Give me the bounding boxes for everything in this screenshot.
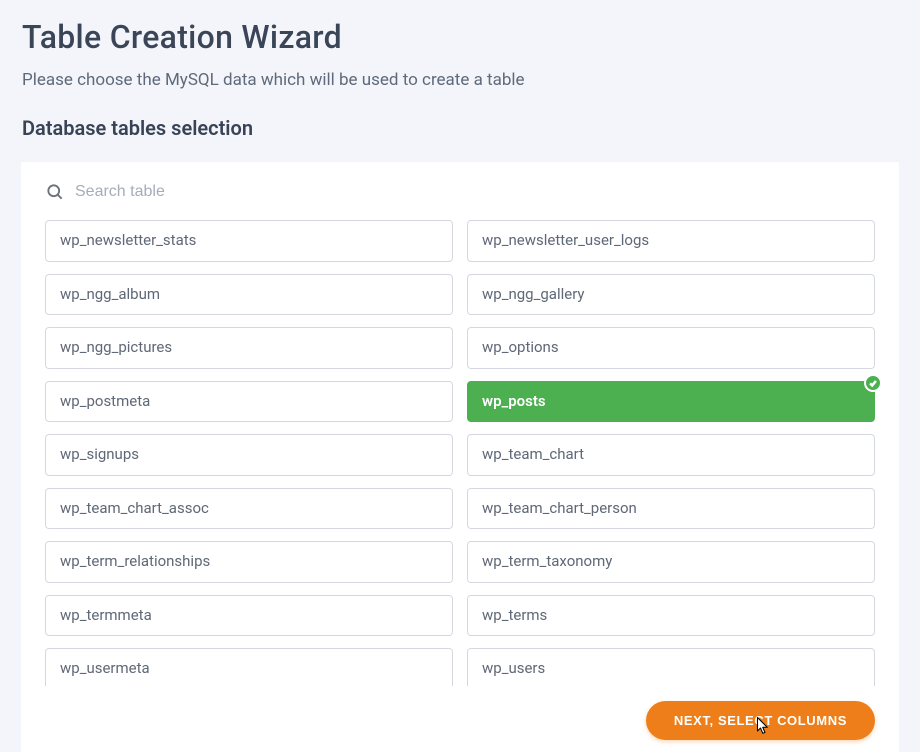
table-item[interactable]: wp_posts (467, 381, 875, 423)
table-item[interactable]: wp_newsletter_user_logs (467, 220, 875, 262)
tables-card: wp_newsletter_stats wp_newsletter_user_lo… (21, 162, 899, 752)
next-button[interactable]: NEXT, SELECT COLUMNS (646, 701, 875, 740)
table-item[interactable]: wp_postmeta (45, 381, 453, 423)
table-item-label: wp_usermeta (60, 659, 150, 677)
table-item[interactable]: wp_signups (45, 434, 453, 476)
page-title: Table Creation Wizard (22, 18, 898, 56)
section-title: Database tables selection (22, 116, 898, 140)
table-item-label: wp_termmeta (60, 606, 152, 624)
search-bar (21, 162, 899, 210)
table-item-label: wp_term_relationships (60, 552, 210, 570)
search-icon (45, 182, 65, 202)
table-item[interactable]: wp_team_chart_assoc (45, 488, 453, 530)
table-item[interactable]: wp_terms (467, 595, 875, 637)
table-item[interactable]: wp_ngg_pictures (45, 327, 453, 369)
table-item-label: wp_newsletter_stats (60, 231, 196, 249)
table-item[interactable]: wp_newsletter_stats (45, 220, 453, 262)
table-item-label: wp_newsletter_user_logs (482, 231, 649, 249)
table-item-label: wp_ngg_gallery (482, 285, 585, 303)
table-item-label: wp_signups (60, 445, 139, 463)
table-item[interactable]: wp_options (467, 327, 875, 369)
table-item[interactable]: wp_usermeta (45, 648, 453, 686)
table-item-label: wp_posts (482, 392, 546, 410)
table-item-label: wp_ngg_album (60, 285, 160, 303)
table-item[interactable]: wp_team_chart_person (467, 488, 875, 530)
table-item-label: wp_users (482, 659, 545, 677)
table-item[interactable]: wp_termmeta (45, 595, 453, 637)
table-item[interactable]: wp_users (467, 648, 875, 686)
table-item[interactable]: wp_ngg_album (45, 274, 453, 316)
tables-scroll[interactable]: wp_newsletter_stats wp_newsletter_user_lo… (21, 210, 899, 686)
page-subtitle: Please choose the MySQL data which will … (22, 70, 898, 90)
search-input[interactable] (75, 183, 875, 201)
table-item-label: wp_postmeta (60, 392, 150, 410)
table-item-label: wp_terms (482, 606, 547, 624)
table-item[interactable]: wp_ngg_gallery (467, 274, 875, 316)
table-item[interactable]: wp_term_taxonomy (467, 541, 875, 583)
table-item-label: wp_term_taxonomy (482, 552, 612, 570)
table-item-label: wp_team_chart_assoc (60, 499, 209, 517)
table-item-label: wp_team_chart_person (482, 499, 637, 517)
table-item-label: wp_team_chart (482, 445, 584, 463)
table-item[interactable]: wp_term_relationships (45, 541, 453, 583)
check-icon (864, 374, 882, 392)
table-item[interactable]: wp_team_chart (467, 434, 875, 476)
table-item-label: wp_ngg_pictures (60, 338, 172, 356)
table-item-label: wp_options (482, 338, 559, 356)
